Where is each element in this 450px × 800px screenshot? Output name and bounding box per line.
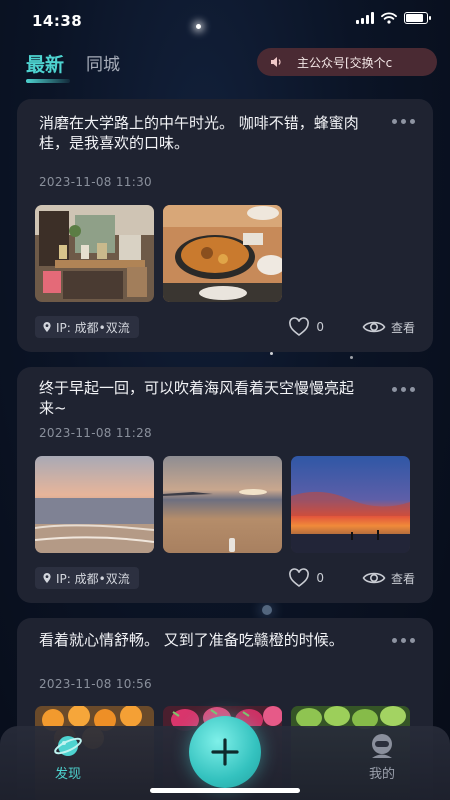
like-button[interactable]: 0	[288, 317, 324, 337]
nav-discover[interactable]: 发现	[38, 732, 98, 782]
profile-icon	[372, 734, 392, 758]
post-photos	[35, 456, 410, 553]
post-text: 看着就心情舒畅。 又到了准备吃赣橙的时候。	[39, 631, 344, 649]
star-decoration	[262, 605, 272, 615]
tab-latest[interactable]: 最新	[26, 50, 71, 83]
view-label: 查看	[390, 571, 415, 586]
post-footer: IP: 成都•双流 0 查看	[35, 316, 415, 338]
post-photo[interactable]	[163, 205, 282, 302]
heart-icon	[289, 317, 310, 337]
view-button[interactable]: 查看	[362, 569, 415, 587]
planet-icon	[54, 736, 82, 756]
nav-mine-label: 我的	[368, 767, 395, 782]
more-options-icon[interactable]	[392, 119, 415, 124]
ip-location-chip: IP: 成都•双流	[35, 567, 139, 589]
ip-location: IP: 成都•双流	[56, 320, 130, 335]
home-indicator	[150, 788, 300, 793]
heart-icon	[289, 568, 310, 588]
post-photo[interactable]	[35, 456, 154, 553]
location-pin-icon	[43, 322, 51, 332]
post-time: 2023-11-08 11:30	[39, 175, 152, 189]
eye-icon	[362, 321, 386, 333]
feed-tabs: 最新 同城	[26, 50, 120, 83]
post-time: 2023-11-08 10:56	[39, 677, 152, 691]
ip-location-chip: IP: 成都•双流	[35, 316, 139, 338]
more-options-icon[interactable]	[392, 387, 415, 392]
post-card[interactable]: 终于早起一回，可以吹着海风看着天空慢慢亮起来~ 2023-11-08 11:28	[17, 367, 433, 603]
status-bar: 14:38	[0, 0, 450, 40]
post-text: 消磨在大学路上的中午时光。 咖啡不错，蜂蜜肉桂，是我喜欢的口味。	[39, 114, 359, 152]
post-photo[interactable]	[163, 456, 282, 553]
like-count: 0	[316, 571, 324, 585]
status-icons	[356, 12, 431, 24]
wifi-icon	[381, 12, 397, 24]
post-photo[interactable]	[291, 456, 410, 553]
post-card[interactable]: 消磨在大学路上的中午时光。 咖啡不错，蜂蜜肉桂，是我喜欢的口味。 2023-11…	[17, 99, 433, 352]
signal-icon	[356, 12, 374, 24]
nav-mine[interactable]: 我的	[352, 732, 412, 782]
speaker-icon	[271, 57, 281, 67]
post-time: 2023-11-08 11:28	[39, 426, 152, 440]
view-label: 查看	[390, 320, 415, 335]
post-photos	[35, 205, 282, 302]
battery-icon	[404, 12, 431, 24]
ip-location: IP: 成都•双流	[56, 571, 130, 586]
location-pin-icon	[43, 573, 51, 583]
status-time: 14:38	[32, 12, 83, 30]
star-decoration	[270, 352, 273, 355]
eye-icon	[362, 572, 386, 584]
post-photo[interactable]	[35, 205, 154, 302]
add-post-button[interactable]	[189, 716, 261, 788]
like-button[interactable]: 0	[288, 568, 324, 588]
like-count: 0	[316, 320, 324, 334]
star-decoration	[350, 356, 353, 359]
post-footer: IP: 成都•双流 0 查看	[35, 567, 415, 589]
nav-discover-label: 发现	[54, 767, 81, 782]
view-button[interactable]: 查看	[362, 318, 415, 336]
more-options-icon[interactable]	[392, 638, 415, 643]
notice-text: 主公众号[交换个c	[297, 55, 393, 70]
notice-banner[interactable]: 主公众号[交换个c	[257, 48, 437, 76]
tab-same-city[interactable]: 同城	[86, 50, 120, 83]
post-text: 终于早起一回，可以吹着海风看着天空慢慢亮起来~	[39, 379, 355, 417]
plus-icon	[211, 738, 239, 766]
